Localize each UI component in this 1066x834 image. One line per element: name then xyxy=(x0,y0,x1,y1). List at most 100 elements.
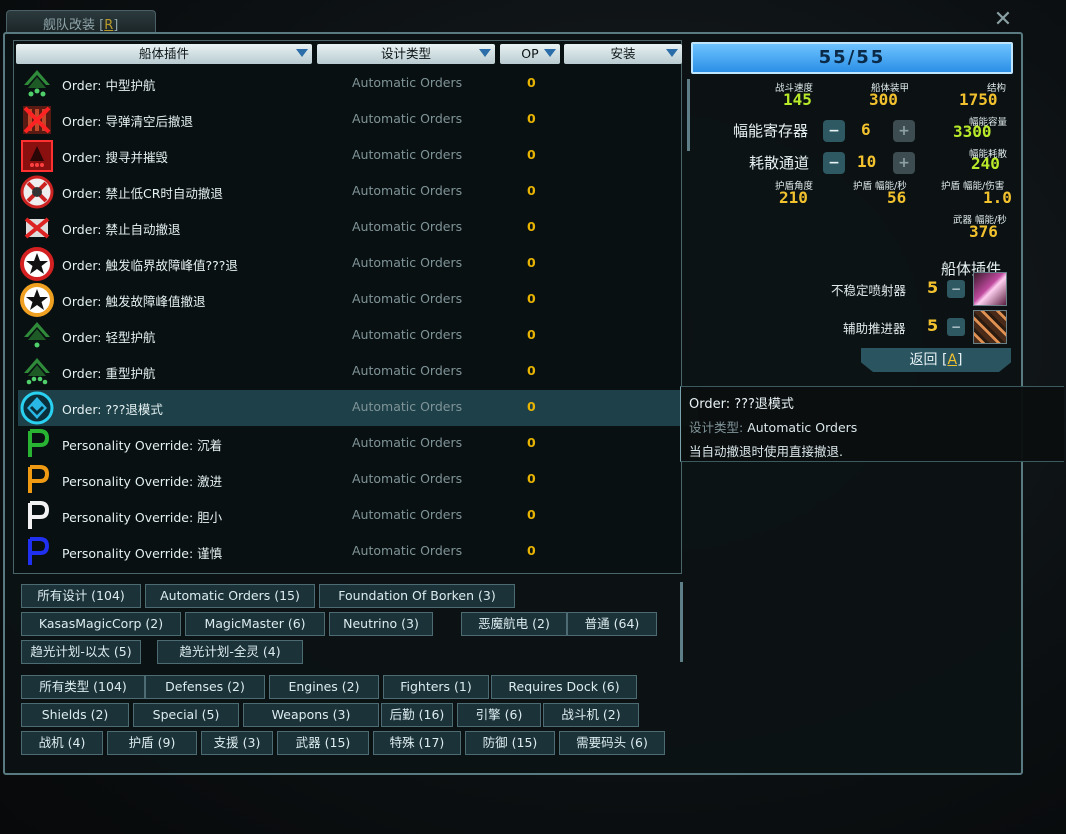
type-filter-button[interactable]: 特殊 (17) xyxy=(373,731,461,755)
hullmod-row[interactable]: Order: 触发临界故障峰值???退 Automatic Orders 0 xyxy=(18,246,680,282)
hullmod-design-type: Automatic Orders xyxy=(352,435,463,450)
hullmod-row[interactable]: Order: 搜寻并摧毁 Automatic Orders 0 xyxy=(18,138,680,174)
vents-minus-button[interactable]: − xyxy=(823,152,845,174)
hullmod-row[interactable]: Personality Override: 沉着 Automatic Orders… xyxy=(18,426,680,462)
remove-hullmod-button[interactable]: − xyxy=(947,280,965,298)
hullmod-design-type: Automatic Orders xyxy=(352,327,463,342)
hullmod-design-type: Automatic Orders xyxy=(352,147,463,162)
refit-title-tab[interactable]: 舰队改装 [R] xyxy=(6,10,156,33)
personality-green-icon xyxy=(20,427,54,461)
search-destroy-icon xyxy=(20,139,54,173)
capacitors-value: 6 xyxy=(861,120,871,139)
type-filter-button[interactable]: 防御 (15) xyxy=(465,731,555,755)
type-filter-button[interactable]: 后勤 (16) xyxy=(381,703,453,727)
type-filter-button[interactable]: Requires Dock (6) xyxy=(491,675,637,699)
hullmod-row[interactable]: Order: 触发故障峰值撤退 Automatic Orders 0 xyxy=(18,282,680,318)
personality-white-icon xyxy=(20,499,54,533)
hullmod-op-cost: 0 xyxy=(527,399,536,414)
design-filter-button[interactable]: KasasMagicCorp (2) xyxy=(21,612,181,636)
hullmod-op-cost: 0 xyxy=(527,363,536,378)
type-filter-button[interactable]: Fighters (1) xyxy=(383,675,489,699)
type-filter-button[interactable]: 所有类型 (104) xyxy=(21,675,145,699)
hullmod-tooltip: Order: ???退模式 设计类型: Automatic Orders 当自动… xyxy=(680,386,1064,462)
column-header-op[interactable]: OP xyxy=(500,44,560,64)
hullmod-op-cost: 0 xyxy=(527,435,536,450)
hullmod-op-cost: 0 xyxy=(527,255,536,270)
hullmod-design-type: Automatic Orders xyxy=(352,507,463,522)
column-header-hullmods[interactable]: 船体插件 xyxy=(16,44,312,64)
type-filter-button[interactable]: 武器 (15) xyxy=(277,731,369,755)
hullmod-op-cost: 0 xyxy=(527,327,536,342)
column-op-label: OP xyxy=(521,46,539,61)
type-filter-button[interactable]: Defenses (2) xyxy=(145,675,265,699)
column-header-design-type[interactable]: 设计类型 xyxy=(317,44,495,64)
capacitors-plus-button[interactable]: + xyxy=(893,120,915,142)
title-suffix: ] xyxy=(113,18,119,33)
type-filter-button[interactable]: Special (5) xyxy=(133,703,239,727)
design-filter-button[interactable]: 趋光计划-以太 (5) xyxy=(21,640,141,664)
hullmod-op-cost: 0 xyxy=(527,147,536,162)
hullmod-op-cost: 0 xyxy=(527,111,536,126)
column-install-label: 安装 xyxy=(610,46,636,61)
hullmod-op-cost: 0 xyxy=(527,291,536,306)
back-button[interactable]: 返回 [A] xyxy=(861,348,1011,372)
hullmod-row[interactable]: Order: 禁止低CR时自动撤退 Automatic Orders 0 xyxy=(18,174,680,210)
type-filter-button[interactable]: 护盾 (9) xyxy=(107,731,197,755)
hullmod-design-type: Automatic Orders xyxy=(352,219,463,234)
filter-scrollbar[interactable] xyxy=(680,582,683,662)
escort-heavy-icon xyxy=(20,355,54,389)
capacitors-minus-button[interactable]: − xyxy=(823,120,845,142)
tooltip-title: Order: ???退模式 xyxy=(689,397,794,412)
hullmod-design-type: Automatic Orders xyxy=(352,183,463,198)
dissipation-value: 240 xyxy=(971,154,1000,173)
type-filter-button[interactable]: Shields (2) xyxy=(21,703,129,727)
hullmod-design-type: Automatic Orders xyxy=(352,255,463,270)
design-filter-button[interactable]: 普通 (64) xyxy=(567,612,657,636)
design-filter-button[interactable]: 恶魔航电 (2) xyxy=(461,612,567,636)
hullmod-row[interactable]: Personality Override: 激进 Automatic Orders… xyxy=(18,462,680,498)
remove-hullmod-button[interactable]: − xyxy=(947,318,965,336)
design-filter-button[interactable]: 趋光计划-全灵 (4) xyxy=(157,640,303,664)
type-filter-button[interactable]: Weapons (3) xyxy=(243,703,379,727)
design-filter-button[interactable]: MagicMaster (6) xyxy=(185,612,325,636)
hullmod-op-cost: 0 xyxy=(527,507,536,522)
hullmod-row[interactable]: Order: 禁止自动撤退 Automatic Orders 0 xyxy=(18,210,680,246)
list-scrollbar[interactable] xyxy=(687,79,690,151)
hullmod-row[interactable]: Order: 导弹清空后撤退 Automatic Orders 0 xyxy=(18,102,680,138)
hullmod-design-type: Automatic Orders xyxy=(352,291,463,306)
type-filter-button[interactable]: Engines (2) xyxy=(269,675,379,699)
type-filter-button[interactable]: 需要码头 (6) xyxy=(559,731,665,755)
hullmod-row[interactable]: Personality Override: 胆小 Automatic Orders… xyxy=(18,498,680,534)
hullmod-name: Order: ???退模式 xyxy=(62,402,163,417)
hullmod-name: Personality Override: 谨慎 xyxy=(62,546,223,561)
type-filter-button[interactable]: 支援 (3) xyxy=(201,731,273,755)
design-filter-button[interactable]: Neutrino (3) xyxy=(329,612,433,636)
escort-medium-icon xyxy=(20,67,54,101)
vents-plus-button[interactable]: + xyxy=(893,152,915,174)
type-filter-button[interactable]: 引擎 (6) xyxy=(457,703,541,727)
type-filter-button[interactable]: 战机 (4) xyxy=(21,731,103,755)
sort-arrow-icon xyxy=(479,49,491,57)
hullmod-row[interactable]: Order: 重型护航 Automatic Orders 0 xyxy=(18,354,680,390)
hullmod-op-cost: 0 xyxy=(527,543,536,558)
escort-light-icon xyxy=(20,319,54,353)
title-hotkey: R xyxy=(104,18,114,33)
missile-retreat-icon xyxy=(20,103,54,137)
op-capacity-bar: 55/55 xyxy=(691,42,1013,74)
design-filter-button[interactable]: Foundation Of Borken (3) xyxy=(319,584,515,608)
close-icon[interactable]: ✕ xyxy=(988,8,1018,32)
column-header-install[interactable]: 安装 xyxy=(564,44,682,64)
design-filter-button[interactable]: 所有设计 (104) xyxy=(21,584,141,608)
hullmod-row[interactable]: Order: 中型护航 Automatic Orders 0 xyxy=(18,66,680,102)
design-filter-button[interactable]: Automatic Orders (15) xyxy=(145,584,315,608)
hullmod-row-selected[interactable]: Order: ???退模式 Automatic Orders 0 xyxy=(18,390,698,426)
ship-stats-panel: 55/55 战斗速度 145 船体装甲 300 结构 1750 幅能寄存器 − … xyxy=(691,42,1013,372)
hullmod-row[interactable]: Order: 轻型护航 Automatic Orders 0 xyxy=(18,318,680,354)
refit-screen: 舰队改装 [R] ✕ 船体插件 设计类型 OP 安装 Order: 中型护航 Au… xyxy=(0,0,1066,834)
speed-value: 145 xyxy=(783,90,812,109)
type-filter-button[interactable]: 战斗机 (2) xyxy=(543,703,639,727)
hullmod-row[interactable]: Personality Override: 谨慎 Automatic Orders… xyxy=(18,534,680,570)
weapon-flux-value: 376 xyxy=(969,222,998,241)
hullmod-name: Personality Override: 沉着 xyxy=(62,438,223,453)
hullmod-design-type: Automatic Orders xyxy=(352,111,463,126)
